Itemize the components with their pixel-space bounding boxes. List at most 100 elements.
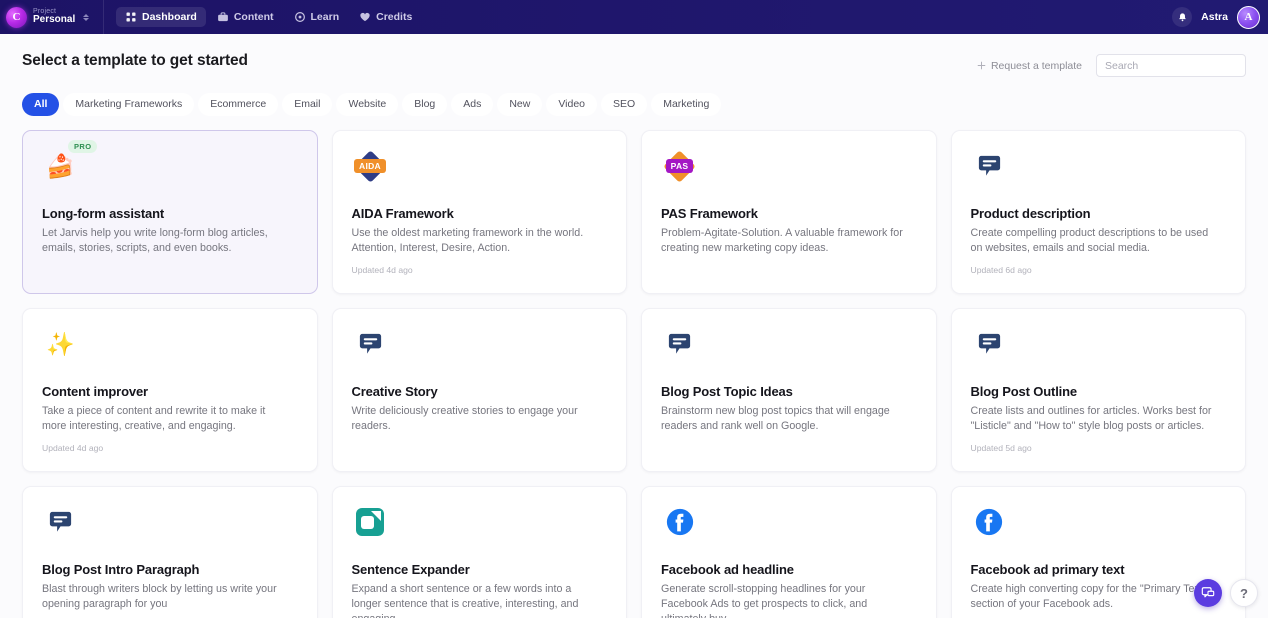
app-logo-letter: C <box>12 10 21 23</box>
filter-chip-new[interactable]: New <box>497 93 543 116</box>
header-actions: Request a template <box>977 52 1246 77</box>
card-icon: AIDA <box>352 148 389 185</box>
card-description: Brainstorm new blog post topics that wil… <box>661 404 890 432</box>
filter-chip-ads[interactable]: Ads <box>451 93 494 116</box>
template-card-grid: PRO 🍰 Long-form assistant Let Jarvis hel… <box>22 129 1246 618</box>
speech-bubble-icon <box>49 511 72 532</box>
teal-note-icon <box>356 508 384 536</box>
grid-icon <box>126 12 136 22</box>
nav-item-credits[interactable]: Credits <box>350 7 421 27</box>
facebook-icon <box>975 508 1003 536</box>
card-description: Create high converting copy for the "Pri… <box>970 582 1207 610</box>
project-name: Personal <box>33 14 76 26</box>
heart-icon <box>360 12 370 22</box>
chat-widget-button[interactable] <box>1194 579 1222 607</box>
card-updated: Updated 5d ago <box>970 442 1032 453</box>
nav-label-content: Content <box>233 11 274 23</box>
card-icon <box>352 504 389 541</box>
card-title: Creative Story <box>351 383 438 399</box>
template-card[interactable]: AIDA AIDA Framework Use the oldest marke… <box>331 129 627 294</box>
nav-item-content[interactable]: Content <box>208 7 283 27</box>
card-description: Problem-Agitate-Solution. A valuable fra… <box>661 226 903 254</box>
card-updated: Updated 6d ago <box>970 264 1032 275</box>
card-icon <box>971 504 1008 541</box>
template-filter-tabs: All Marketing Frameworks Ecommerce Email… <box>22 93 1246 116</box>
card-title: Facebook ad primary text <box>970 561 1125 577</box>
template-card[interactable]: PAS PAS Framework Problem-Agitate-Soluti… <box>641 129 937 294</box>
filter-chip-video[interactable]: Video <box>546 93 598 116</box>
card-icon <box>661 326 698 363</box>
card-title: Sentence Expander <box>351 561 470 577</box>
card-title: PAS Framework <box>661 205 758 221</box>
chat-bubble-icon <box>1201 587 1215 598</box>
filter-chip-website[interactable]: Website <box>336 93 399 116</box>
card-title: Blog Post Intro Paragraph <box>42 561 200 577</box>
aida-badge-text: AIDA <box>354 158 386 174</box>
sparkles-icon: ✨ <box>46 330 75 357</box>
user-name: Astra <box>1201 11 1228 23</box>
card-icon <box>42 504 79 541</box>
speech-bubble-icon <box>978 155 1000 176</box>
pas-badge-text: PAS <box>665 158 694 174</box>
card-title: Facebook ad headline <box>661 561 794 577</box>
filter-chip-marketing[interactable]: Marketing <box>651 93 722 116</box>
card-icon <box>971 326 1008 363</box>
search-box[interactable] <box>1096 54 1246 77</box>
card-description: Generate scroll-stopping headlines for y… <box>661 582 868 618</box>
briefcase-icon <box>217 12 228 22</box>
template-card[interactable]: ✨ Content improver Take a piece of conte… <box>22 307 318 472</box>
pro-badge: PRO <box>68 139 98 153</box>
notifications-button[interactable] <box>1172 7 1193 27</box>
card-icon <box>352 326 389 363</box>
filter-chip-marketing-frameworks[interactable]: Marketing Frameworks <box>63 93 195 116</box>
aida-badge-icon: AIDA <box>353 149 387 183</box>
card-title: Content improver <box>42 383 148 399</box>
plus-icon <box>977 61 986 70</box>
template-card[interactable]: Creative Story Write deliciously creativ… <box>331 307 627 472</box>
template-card[interactable]: Blog Post Topic Ideas Brainstorm new blo… <box>641 307 937 472</box>
project-switcher[interactable]: C Project Personal <box>0 0 104 34</box>
nav-label-dashboard: Dashboard <box>142 11 197 23</box>
nav-item-learn[interactable]: Learn <box>285 7 349 27</box>
template-card[interactable]: PRO 🍰 Long-form assistant Let Jarvis hel… <box>22 129 318 294</box>
card-description: Write deliciously creative stories to en… <box>351 404 578 432</box>
card-icon <box>661 504 698 541</box>
filter-chip-all[interactable]: All <box>22 93 60 116</box>
template-card[interactable]: Blog Post Outline Create lists and outli… <box>950 307 1246 472</box>
avatar-letter: A <box>1244 11 1253 23</box>
bell-icon <box>1178 12 1186 21</box>
page-body: Select a template to get started Request… <box>0 34 1268 618</box>
card-icon <box>971 148 1008 185</box>
filter-chip-email[interactable]: Email <box>282 93 333 116</box>
page-title: Select a template to get started <box>22 52 248 69</box>
card-description: Create compelling product descriptions t… <box>970 226 1209 254</box>
card-icon: PAS <box>661 148 698 185</box>
filter-chip-seo[interactable]: SEO <box>601 93 648 116</box>
template-card[interactable]: Product description Create compelling pr… <box>950 129 1246 294</box>
card-updated: Updated 4d ago <box>351 264 413 275</box>
compass-icon <box>294 12 305 22</box>
request-template-label: Request a template <box>990 59 1082 72</box>
card-description: Let Jarvis help you write long-form blog… <box>42 226 268 254</box>
filter-chip-ecommerce[interactable]: Ecommerce <box>198 93 279 116</box>
pas-badge-icon: PAS <box>663 149 696 183</box>
card-title: Blog Post Outline <box>970 383 1078 399</box>
card-title: Blog Post Topic Ideas <box>661 383 793 399</box>
filter-chip-blog[interactable]: Blog <box>402 93 448 116</box>
card-updated: Updated 4d ago <box>42 442 104 453</box>
primary-nav: Dashboard Content Learn Credits <box>104 0 421 34</box>
request-template-button[interactable]: Request a template <box>977 60 1082 72</box>
help-button[interactable]: ? <box>1230 579 1258 607</box>
nav-item-dashboard[interactable]: Dashboard <box>116 7 206 27</box>
card-description: Take a piece of content and rewrite it t… <box>42 404 266 432</box>
nav-label-credits: Credits <box>376 11 413 23</box>
template-card[interactable]: Blog Post Intro Paragraph Blast through … <box>22 485 318 618</box>
template-card[interactable]: Facebook ad headline Generate scroll-sto… <box>641 485 937 618</box>
search-input[interactable] <box>1105 59 1237 72</box>
help-label: ? <box>1240 585 1248 601</box>
template-card[interactable]: Sentence Expander Expand a short sentenc… <box>331 485 627 618</box>
avatar[interactable]: A <box>1237 5 1260 29</box>
speech-bubble-icon <box>359 333 381 354</box>
page-header: Select a template to get started Request… <box>22 34 1246 77</box>
chevron-updown-icon <box>83 13 90 21</box>
